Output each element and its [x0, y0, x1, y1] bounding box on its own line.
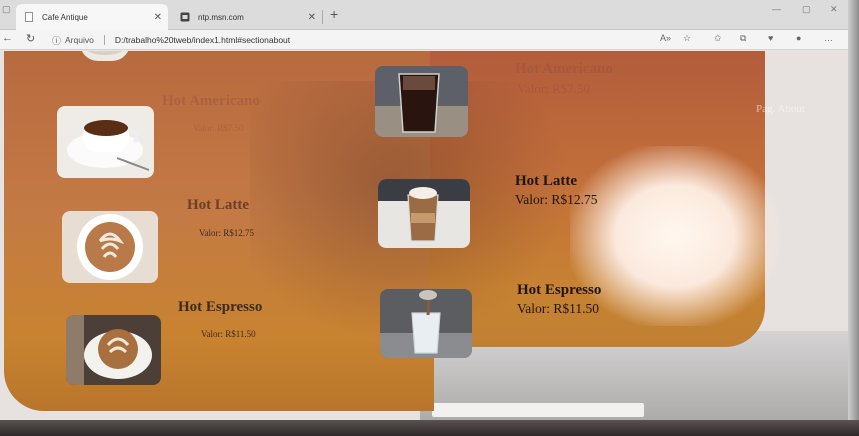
file-label: Arquivo	[65, 35, 94, 45]
back-icon[interactable]: ←	[2, 32, 13, 44]
read-aloud-icon[interactable]: A»	[660, 33, 671, 43]
iced-latte-photo	[378, 179, 470, 248]
url-field[interactable]: ⓘ Arquivo D:/trabalho%20tweb/index1.html…	[52, 32, 652, 48]
heart-icon[interactable]: ♥	[768, 33, 773, 43]
monitor-screen: ▢ Cafe Antique ✕ ntp.msn.com ✕ + — ▢ ✕ ←…	[0, 0, 848, 420]
close-window-icon[interactable]: ✕	[830, 4, 838, 15]
menu-item-title: Hot Americano	[515, 61, 613, 77]
menu-item-price: Valor: R$11.50	[517, 301, 599, 316]
nav-link-about[interactable]: Pag. About	[756, 103, 805, 115]
favorite-add-icon[interactable]: ☆	[683, 33, 691, 44]
url-divider	[103, 35, 105, 45]
tab-actions-icon[interactable]: ▢	[2, 4, 11, 15]
tab-title: Cafe Antique	[42, 12, 88, 22]
info-icon[interactable]: ⓘ	[52, 34, 61, 47]
collections-icon[interactable]: ⧉	[740, 33, 746, 44]
tab-cafe-antique[interactable]: Cafe Antique ✕	[16, 4, 168, 30]
minimize-icon[interactable]: —	[772, 4, 781, 14]
menu-item-title: Hot Americano	[162, 93, 260, 109]
menu-item-price: Valor: R$7.50	[517, 81, 590, 96]
menu-item-title: Hot Latte	[515, 173, 578, 189]
favorites-icon[interactable]: ✩	[714, 33, 722, 44]
url-text[interactable]: D:/trabalho%20tweb/index1.html#sectionab…	[115, 35, 290, 45]
menu-item-title: Hot Latte	[187, 197, 250, 213]
monitor-bezel-bottom	[0, 420, 859, 436]
tab-msn[interactable]: ntp.msn.com ✕	[172, 4, 322, 30]
background-table	[432, 403, 644, 417]
iced-espresso-pour-photo	[380, 289, 472, 358]
close-icon[interactable]: ✕	[308, 12, 316, 23]
page-icon	[24, 12, 34, 22]
msn-icon	[180, 12, 190, 22]
americano-cup-photo	[57, 106, 154, 178]
new-tab-icon[interactable]: +	[330, 6, 338, 22]
page-content: Pag. About Hot Americano Valor: R$7.50 H…	[0, 51, 848, 420]
tab-strip: ▢ Cafe Antique ✕ ntp.msn.com ✕ + — ▢ ✕	[0, 0, 848, 30]
maximize-icon[interactable]: ▢	[802, 4, 811, 15]
more-icon[interactable]: …	[824, 33, 833, 43]
screen-glare	[570, 146, 780, 326]
refresh-icon[interactable]: ↻	[26, 32, 35, 45]
latte-art-photo	[62, 211, 158, 283]
monitor-bezel-right	[848, 0, 859, 436]
menu-item-title: Hot Espresso	[178, 299, 263, 315]
espresso-latte-art-photo	[66, 315, 161, 385]
menu-item-price: Valor: R$12.75	[199, 228, 254, 238]
close-icon[interactable]: ✕	[154, 12, 162, 23]
menu-item-price: Valor: R$7.50	[193, 123, 244, 133]
address-bar: ← ↻ ⓘ Arquivo D:/trabalho%20tweb/index1.…	[0, 30, 848, 50]
tab-divider	[322, 10, 323, 24]
menu-item-title: Hot Espresso	[517, 282, 602, 298]
tab-title: ntp.msn.com	[198, 12, 244, 22]
profile-icon[interactable]: ●	[796, 33, 801, 43]
menu-item-price: Valor: R$12.75	[515, 192, 598, 207]
iced-americano-photo	[375, 66, 468, 137]
menu-item-price: Valor: R$11.50	[201, 329, 256, 339]
